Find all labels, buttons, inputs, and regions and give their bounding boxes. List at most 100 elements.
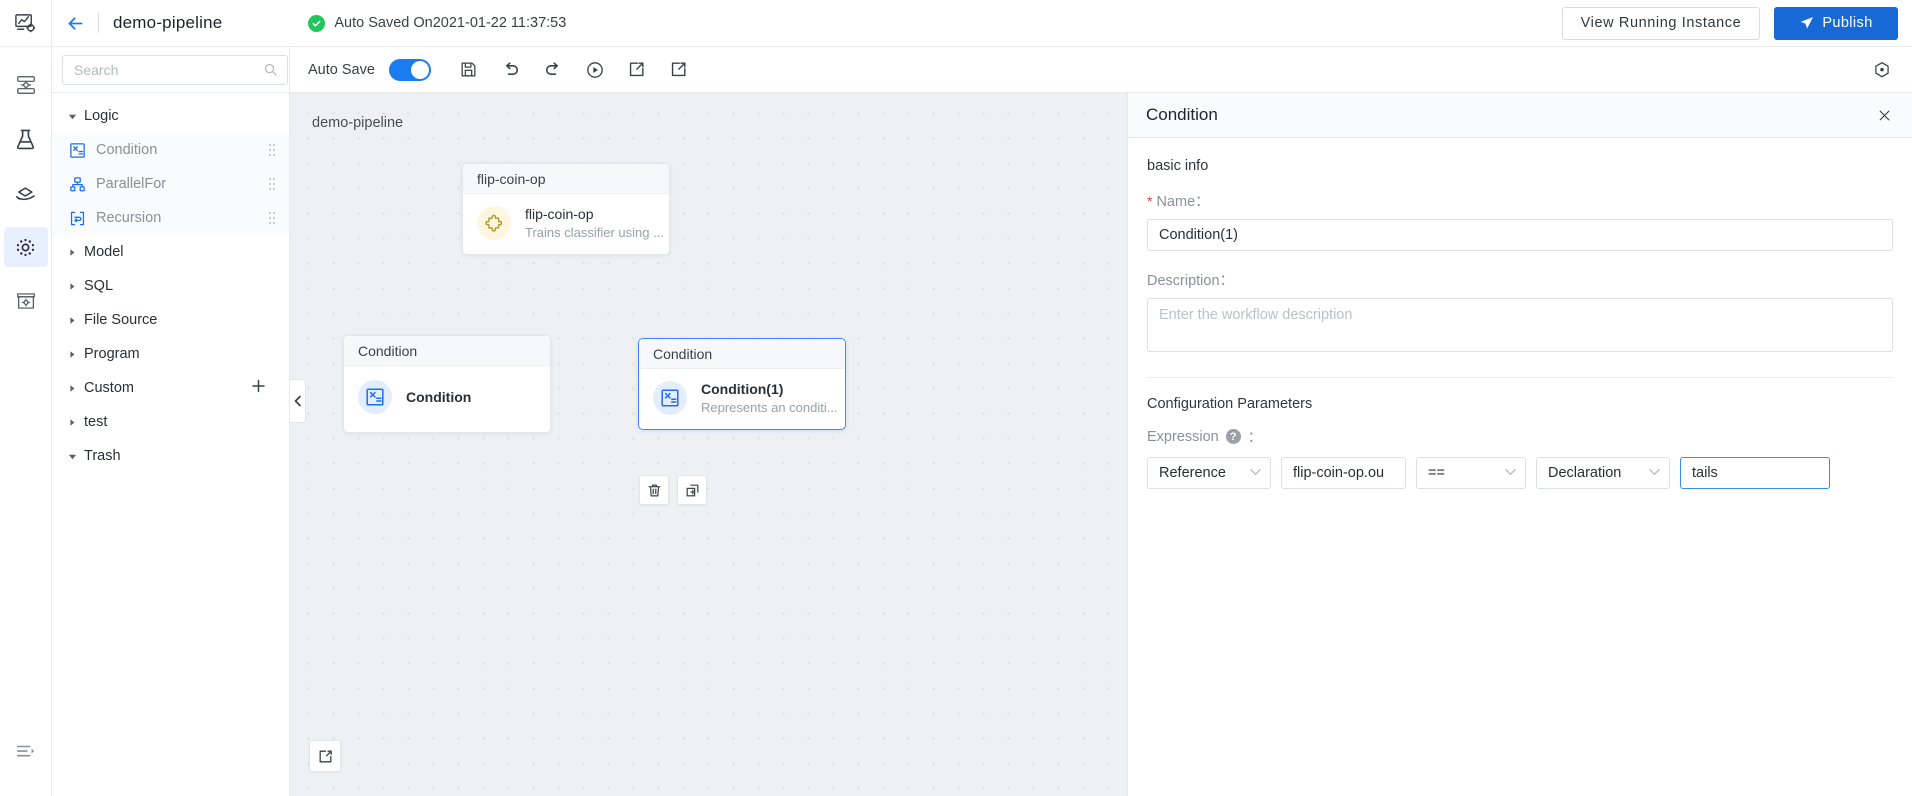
tree-group-label: Model xyxy=(84,244,124,260)
node-header: flip-coin-op xyxy=(463,164,669,194)
expression-left-type-select[interactable]: Reference xyxy=(1147,457,1271,489)
node-body: Condition(1) Represents an conditi... xyxy=(639,369,845,429)
main-column: demo-pipeline Auto Saved On2021-01-22 11… xyxy=(52,0,1912,796)
node-body: flip-coin-op Trains classifier using ... xyxy=(463,194,669,254)
required-asterisk: * xyxy=(1147,192,1153,209)
tree-group-label: Trash xyxy=(84,448,121,464)
rail-item-pipelines[interactable] xyxy=(3,227,48,267)
tree-group-logic[interactable]: Logic xyxy=(52,99,289,133)
auto-save-toggle[interactable] xyxy=(388,58,431,81)
sidebar-collapse-handle[interactable] xyxy=(290,379,306,423)
close-panel-button[interactable] xyxy=(1874,105,1894,125)
node-header: Condition xyxy=(344,336,550,366)
name-input[interactable] xyxy=(1147,219,1893,251)
panel-divider xyxy=(1147,377,1893,378)
rail-item-serving[interactable] xyxy=(4,173,48,213)
node-condition[interactable]: Condition Condition xyxy=(343,335,551,433)
description-textarea[interactable] xyxy=(1147,298,1893,352)
tree-group-label: Program xyxy=(84,346,140,362)
right-type-value: Declaration xyxy=(1548,465,1622,481)
tree-group-program[interactable]: Program xyxy=(52,337,289,371)
tree-item-condition[interactable]: Condition xyxy=(52,133,289,167)
canvas-area: demo-pipeline flip-coin-op flip-coin-op … xyxy=(290,93,1127,796)
drag-handle[interactable] xyxy=(269,178,275,190)
search-input[interactable] xyxy=(72,60,257,79)
node-flip-coin-op[interactable]: flip-coin-op flip-coin-op Trains classif… xyxy=(462,163,670,255)
drag-handle[interactable] xyxy=(269,144,275,156)
back-arrow-icon xyxy=(68,16,82,30)
node-text-block: Condition xyxy=(406,389,471,405)
node-subtitle: Trains classifier using ... xyxy=(525,225,664,240)
run-icon xyxy=(587,61,603,78)
add-custom-button[interactable] xyxy=(250,378,267,399)
chevron-down-icon xyxy=(1250,468,1261,479)
tree-group-model[interactable]: Model xyxy=(52,235,289,269)
condition-icon xyxy=(68,141,86,159)
condition-icon xyxy=(653,381,687,415)
toggle-knob xyxy=(410,60,429,79)
rail-item-collapse[interactable] xyxy=(4,732,48,772)
tree-group-sql[interactable]: SQL xyxy=(52,269,289,303)
import-icon xyxy=(672,62,686,77)
expression-right-value-input[interactable] xyxy=(1680,457,1830,489)
caret-down-icon xyxy=(68,112,84,121)
help-icon[interactable]: ? xyxy=(1225,429,1241,444)
rail-item-server-stack[interactable] xyxy=(4,65,48,105)
name-label-text: Name： xyxy=(1156,194,1210,210)
search-box[interactable] xyxy=(62,54,288,85)
description-field-label: Description： xyxy=(1147,273,1235,289)
app-root: demo-pipeline Auto Saved On2021-01-22 11… xyxy=(0,0,1912,796)
copy-node-button[interactable] xyxy=(677,475,707,505)
tree-group-test[interactable]: test xyxy=(52,405,289,439)
caret-right-icon xyxy=(68,316,84,325)
collapse-list-icon xyxy=(16,745,34,757)
node-header: Condition xyxy=(639,339,845,369)
properties-body: basic info * Name： Description： Configur… xyxy=(1128,138,1912,489)
page-title: demo-pipeline xyxy=(113,13,223,32)
drag-handle[interactable] xyxy=(269,212,275,224)
expression-operator-select[interactable]: == xyxy=(1416,457,1526,489)
tree-group-label: SQL xyxy=(84,278,114,294)
tree-group-trash[interactable]: Trash xyxy=(52,439,289,473)
export-button[interactable] xyxy=(625,58,649,82)
rail-item-artifacts[interactable] xyxy=(4,281,48,321)
rail-item-experiments[interactable] xyxy=(4,119,48,159)
expression-label-row: Expression ? ： xyxy=(1147,426,1893,447)
import-button[interactable] xyxy=(667,58,691,82)
fit-view-button[interactable] xyxy=(309,740,341,772)
canvas-settings-button[interactable] xyxy=(1870,58,1894,82)
node-subtitle: Represents an conditi... xyxy=(701,400,838,415)
publish-button[interactable]: Publish xyxy=(1774,6,1898,40)
undo-button[interactable] xyxy=(499,58,523,82)
server-stack-icon xyxy=(16,76,35,94)
tree-item-parallelfor[interactable]: ParallelFor xyxy=(52,167,289,201)
basic-info-label: basic info xyxy=(1147,158,1209,174)
run-button[interactable] xyxy=(583,58,607,82)
condition-glyph xyxy=(661,389,679,407)
node-condition-1[interactable]: Condition Condition(1) Represents an con… xyxy=(638,338,846,430)
expression-left-value-input[interactable] xyxy=(1281,457,1406,489)
app-logo[interactable] xyxy=(0,0,52,47)
recursion-icon xyxy=(68,209,86,227)
pipeline-canvas[interactable]: demo-pipeline flip-coin-op flip-coin-op … xyxy=(290,93,1127,796)
save-button[interactable] xyxy=(457,58,481,82)
delete-node-button[interactable] xyxy=(639,475,669,505)
hexagon-target-icon xyxy=(1875,61,1889,77)
canvas-toolbar: Auto Save xyxy=(290,47,1912,93)
redo-button[interactable] xyxy=(541,58,565,82)
tree-item-recursion[interactable]: Recursion xyxy=(52,201,289,235)
left-type-value: Reference xyxy=(1159,465,1226,481)
tree-item-label: Recursion xyxy=(96,210,162,226)
export-icon xyxy=(630,62,644,77)
back-button[interactable] xyxy=(52,0,98,46)
condition-icon xyxy=(358,380,392,414)
send-icon xyxy=(1800,17,1814,29)
auto-save-text: Auto Saved On2021-01-22 11:37:53 xyxy=(334,15,567,31)
expression-colon: ： xyxy=(1247,430,1263,446)
properties-title: Condition xyxy=(1146,105,1218,124)
tree-group-custom[interactable]: Custom xyxy=(52,371,289,405)
auto-save-label: Auto Save xyxy=(308,61,375,78)
tree-group-file-source[interactable]: File Source xyxy=(52,303,289,337)
view-running-instance-button[interactable]: View Running Instance xyxy=(1562,6,1760,40)
expression-right-type-select[interactable]: Declaration xyxy=(1536,457,1670,489)
